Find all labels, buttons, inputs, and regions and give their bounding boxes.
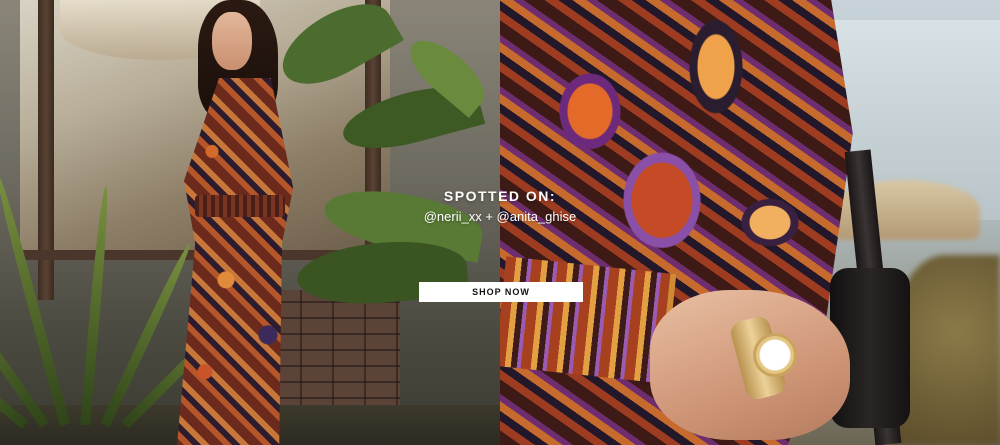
paisley-dress xyxy=(177,78,294,445)
spotted-handles: @nerii_xx + @anita_ghise xyxy=(423,209,577,224)
hero-banner: SPOTTED ON: @nerii_xx + @anita_ghise SHO… xyxy=(0,0,1000,445)
model-figure xyxy=(150,0,320,445)
spotted-title: SPOTTED ON: xyxy=(443,188,557,204)
spotted-overlay: SPOTTED ON: @nerii_xx + @anita_ghise xyxy=(380,188,620,224)
model-face xyxy=(212,12,252,70)
shop-now-button[interactable]: SHOP NOW xyxy=(419,282,583,302)
dress-waistband xyxy=(195,195,285,217)
watch-face xyxy=(756,336,794,374)
